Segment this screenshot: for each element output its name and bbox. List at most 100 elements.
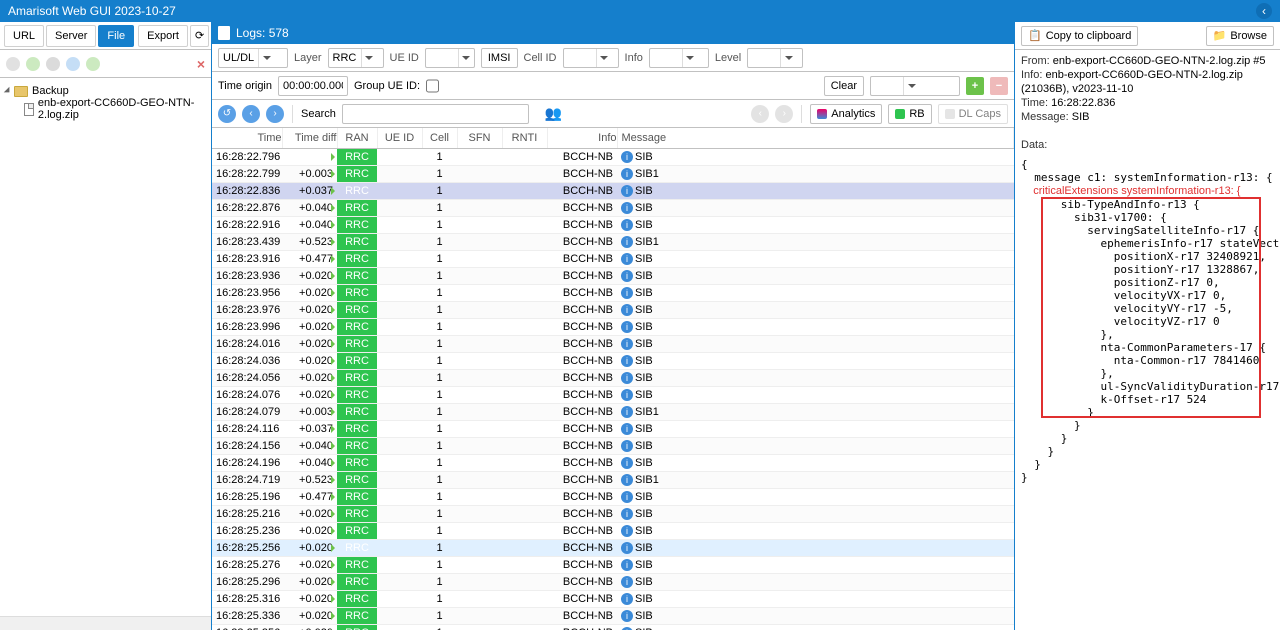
th-info[interactable]: Info <box>547 128 617 148</box>
table-row[interactable]: 16:28:24.116+0.037RRC1BCCH-NBiSIB <box>212 420 1014 437</box>
file-tab[interactable]: File <box>98 25 134 47</box>
th-time[interactable]: Time <box>212 128 282 148</box>
browse-button[interactable]: 📁 Browse <box>1206 26 1274 46</box>
server-tab[interactable]: Server <box>46 25 96 47</box>
center-panel: Logs: 578 UL/DL Layer RRC UE ID IMSI Cel… <box>212 22 1015 630</box>
add-filter-icon[interactable]: + <box>966 77 984 95</box>
cellid-combo[interactable] <box>563 48 619 68</box>
stop-icon[interactable] <box>46 57 60 71</box>
logs-title: Logs: 578 <box>236 26 289 40</box>
data-block: { message c1: systemInformation-r13: { c… <box>1021 158 1274 484</box>
table-row[interactable]: 16:28:24.156+0.040RRC1BCCH-NBiSIB <box>212 437 1014 454</box>
doc-icon <box>218 26 230 40</box>
table-row[interactable]: 16:28:22.836+0.037RRC1BCCH-NBiSIB <box>212 182 1014 199</box>
th-diff[interactable]: Time diff <box>282 128 337 148</box>
table-row[interactable]: 16:28:22.876+0.040RRC1BCCH-NBiSIB <box>212 199 1014 216</box>
group-ueid-label: Group UE ID: <box>354 80 420 92</box>
imsi-button[interactable]: IMSI <box>481 48 518 68</box>
nav-fwd-icon[interactable]: › <box>266 105 284 123</box>
clear-button[interactable]: Clear <box>824 76 864 96</box>
export-button[interactable]: Export <box>138 25 188 47</box>
table-row[interactable]: 16:28:25.216+0.020RRC1BCCH-NBiSIB <box>212 505 1014 522</box>
clear-combo[interactable] <box>870 76 960 96</box>
group-ueid-checkbox[interactable] <box>426 76 439 96</box>
app-title: Amarisoft Web GUI 2023-10-27 <box>8 4 176 18</box>
table-row[interactable]: 16:28:25.276+0.020RRC1BCCH-NBiSIB <box>212 556 1014 573</box>
prev-result-icon[interactable]: ‹ <box>751 105 769 123</box>
table-row[interactable]: 16:28:22.799+0.003RRC1BCCH-NBiSIB1 <box>212 165 1014 182</box>
table-row[interactable]: 16:28:25.296+0.020RRC1BCCH-NBiSIB <box>212 573 1014 590</box>
from-label: From: <box>1021 55 1050 67</box>
scrollbar-horizontal[interactable] <box>0 616 211 630</box>
table-row[interactable]: 16:28:23.996+0.020RRC1BCCH-NBiSIB <box>212 318 1014 335</box>
th-msg[interactable]: Message <box>617 128 1014 148</box>
table-row[interactable]: 16:28:23.956+0.020RRC1BCCH-NBiSIB <box>212 284 1014 301</box>
remove-filter-icon[interactable]: − <box>990 77 1008 95</box>
table-row[interactable]: 16:28:25.256+0.020RRC1BCCH-NBiSIB <box>212 539 1014 556</box>
reload-icon[interactable] <box>66 57 80 71</box>
level-combo[interactable] <box>747 48 803 68</box>
table-row[interactable]: 16:28:22.796RRC1BCCH-NBiSIB <box>212 148 1014 165</box>
folder-label: Backup <box>32 85 69 97</box>
right-panel: 📋 Copy to clipboard 📁 Browse From: enb-e… <box>1015 22 1280 630</box>
layer-combo[interactable]: RRC <box>328 48 384 68</box>
time-origin-label: Time origin <box>218 80 272 92</box>
table-row[interactable]: 16:28:24.056+0.020RRC1BCCH-NBiSIB <box>212 369 1014 386</box>
filter-bar: UL/DL Layer RRC UE ID IMSI Cell ID Info … <box>212 44 1014 72</box>
ueid-combo[interactable] <box>425 48 475 68</box>
th-rnti[interactable]: RNTI <box>502 128 547 148</box>
history-icon[interactable]: ↺ <box>218 105 236 123</box>
analytics-button[interactable]: Analytics <box>810 104 882 124</box>
th-ran[interactable]: RAN <box>337 128 377 148</box>
titlebar: Amarisoft Web GUI 2023-10-27 <box>0 0 1280 22</box>
rb-button[interactable]: RB <box>888 104 931 124</box>
users-icon[interactable]: 👥 <box>545 105 562 122</box>
th-sfn[interactable]: SFN <box>457 128 502 148</box>
log-table: Time Time diff RAN UE ID Cell SFN RNTI I… <box>212 128 1014 630</box>
table-row[interactable]: 16:28:24.036+0.020RRC1BCCH-NBiSIB <box>212 352 1014 369</box>
table-row[interactable]: 16:28:25.196+0.477RRC1BCCH-NBiSIB <box>212 488 1014 505</box>
table-row[interactable]: 16:28:24.719+0.523RRC1BCCH-NBiSIB1 <box>212 471 1014 488</box>
th-ueid[interactable]: UE ID <box>377 128 422 148</box>
time-origin-input[interactable] <box>278 76 348 96</box>
collapse-left-icon[interactable] <box>1256 3 1272 19</box>
table-row[interactable]: 16:28:23.976+0.020RRC1BCCH-NBiSIB <box>212 301 1014 318</box>
next-result-icon[interactable]: › <box>775 105 793 123</box>
table-row[interactable]: 16:28:24.196+0.040RRC1BCCH-NBiSIB <box>212 454 1014 471</box>
folder-icon <box>14 86 28 97</box>
info-label: Info: <box>1021 69 1042 81</box>
table-row[interactable]: 16:28:23.439+0.523RRC1BCCH-NBiSIB1 <box>212 233 1014 250</box>
close-icon[interactable]: × <box>197 56 205 72</box>
table-row[interactable]: 16:28:25.316+0.020RRC1BCCH-NBiSIB <box>212 590 1014 607</box>
table-row[interactable]: 16:28:22.916+0.040RRC1BCCH-NBiSIB <box>212 216 1014 233</box>
table-row[interactable]: 16:28:23.936+0.020RRC1BCCH-NBiSIB <box>212 267 1014 284</box>
table-row[interactable]: 16:28:25.236+0.020RRC1BCCH-NBiSIB <box>212 522 1014 539</box>
th-cell[interactable]: Cell <box>422 128 457 148</box>
expand-icon[interactable] <box>4 87 12 95</box>
search-label: Search <box>301 108 336 120</box>
table-row[interactable]: 16:28:24.079+0.003RRC1BCCH-NBiSIB1 <box>212 403 1014 420</box>
add-icon[interactable] <box>86 57 100 71</box>
url-tab[interactable]: URL <box>4 25 44 47</box>
info-filter-label: Info <box>625 52 643 64</box>
info-combo[interactable] <box>649 48 709 68</box>
table-row[interactable]: 16:28:25.356+0.020RRC1BCCH-NBiSIB <box>212 624 1014 630</box>
nav-back-icon[interactable]: ‹ <box>242 105 260 123</box>
copy-clipboard-button[interactable]: 📋 Copy to clipboard <box>1021 26 1138 46</box>
table-row[interactable]: 16:28:23.916+0.477RRC1BCCH-NBiSIB <box>212 250 1014 267</box>
level-label: Level <box>715 52 741 64</box>
table-row[interactable]: 16:28:25.336+0.020RRC1BCCH-NBiSIB <box>212 607 1014 624</box>
back-icon[interactable] <box>6 57 20 71</box>
clipboard-icon: 📋 <box>1028 29 1042 42</box>
tree-file[interactable]: enb-export-CC660D-GEO-NTN-2.log.zip <box>0 100 211 118</box>
table-row[interactable]: 16:28:24.076+0.020RRC1BCCH-NBiSIB <box>212 386 1014 403</box>
play-icon[interactable] <box>26 57 40 71</box>
data-label: Data: <box>1021 139 1047 151</box>
dlcaps-button[interactable]: DL Caps <box>938 104 1008 124</box>
uldl-combo[interactable]: UL/DL <box>218 48 288 68</box>
search-input[interactable] <box>342 104 529 124</box>
file-icon <box>24 103 34 116</box>
export-dropdown-icon[interactable]: ⟳ <box>190 25 209 47</box>
table-row[interactable]: 16:28:24.016+0.020RRC1BCCH-NBiSIB <box>212 335 1014 352</box>
info-value: enb-export-CC660D-GEO-NTN-2.log.zip (210… <box>1021 69 1243 95</box>
